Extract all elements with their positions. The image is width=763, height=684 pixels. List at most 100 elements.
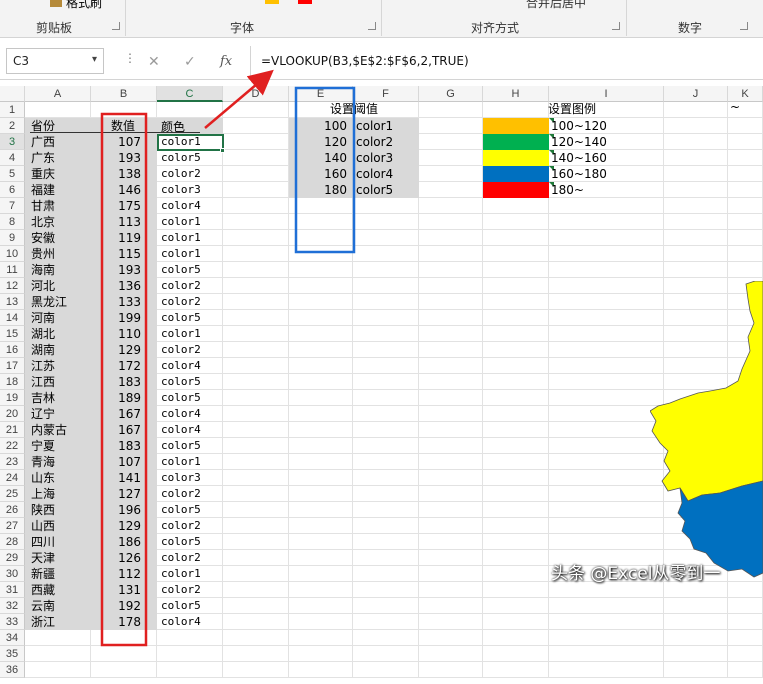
worksheet-grid[interactable]: ABCDEFGHIJK 1 2 3 4 5 6 7 8 9 10 11 12 13 14 15 16 17 18 1… <box>0 86 763 684</box>
column-header-f[interactable]: F <box>353 86 419 102</box>
row-header-8[interactable]: 8 <box>0 214 25 230</box>
row-header-28[interactable]: 28 <box>0 534 25 550</box>
brush-icon <box>50 0 62 7</box>
formula-input[interactable]: =VLOOKUP(B3,$E$2:$F$6,2,TRUE) <box>250 46 763 76</box>
row-header-15[interactable]: 15 <box>0 326 25 342</box>
legend-range: 140~160 <box>551 151 607 165</box>
row-header-3[interactable]: 3 <box>0 134 25 150</box>
cell-province: 山东 <box>31 471 56 485</box>
row-header-1[interactable]: 1 <box>0 102 25 118</box>
row-header-24[interactable]: 24 <box>0 470 25 486</box>
cell-color: color5 <box>161 503 201 516</box>
row-header-26[interactable]: 26 <box>0 502 25 518</box>
cell-province: 浙江 <box>31 615 56 629</box>
row-header-22[interactable]: 22 <box>0 438 25 454</box>
row-header-4[interactable]: 4 <box>0 150 25 166</box>
row-header-14[interactable]: 14 <box>0 310 25 326</box>
cell-color: color1 <box>161 327 201 340</box>
row-header-11[interactable]: 11 <box>0 262 25 278</box>
row-header-23[interactable]: 23 <box>0 454 25 470</box>
row-header-13[interactable]: 13 <box>0 294 25 310</box>
more-options-icon[interactable]: ⋮ <box>124 51 136 65</box>
cancel-icon[interactable]: ✕ <box>148 54 160 70</box>
number-launcher-icon[interactable] <box>740 22 748 30</box>
row-header-27[interactable]: 27 <box>0 518 25 534</box>
column-header-a[interactable]: A <box>25 86 91 102</box>
cell-color: color1 <box>161 247 201 260</box>
row-header-36[interactable]: 36 <box>0 662 25 678</box>
insert-function-icon[interactable]: fx <box>220 54 232 69</box>
cell-province: 湖北 <box>31 327 56 341</box>
fill-color-swatch[interactable] <box>265 0 279 4</box>
row-header-35[interactable]: 35 <box>0 646 25 662</box>
cell-value: 146 <box>118 183 141 197</box>
row-header-5[interactable]: 5 <box>0 166 25 182</box>
row-header-10[interactable]: 10 <box>0 246 25 262</box>
clipboard-launcher-icon[interactable] <box>112 22 120 30</box>
cell-value: 183 <box>118 439 141 453</box>
map-region-yellow <box>650 281 763 502</box>
row-header-16[interactable]: 16 <box>0 342 25 358</box>
column-header-b[interactable]: B <box>91 86 157 102</box>
chevron-down-icon[interactable]: ▾ <box>92 54 97 65</box>
alignment-launcher-icon[interactable] <box>612 22 620 30</box>
column-header-i[interactable]: I <box>549 86 664 102</box>
row-header-19[interactable]: 19 <box>0 390 25 406</box>
row-header-7[interactable]: 7 <box>0 198 25 214</box>
cell-value: 193 <box>118 263 141 277</box>
cell-color: color5 <box>161 375 201 388</box>
cell-province: 天津 <box>31 551 56 565</box>
threshold-value: 160 <box>324 167 347 181</box>
confirm-icon[interactable]: ✓ <box>184 54 196 70</box>
cell-province: 河北 <box>31 279 56 293</box>
row-header-29[interactable]: 29 <box>0 550 25 566</box>
ribbon-divider <box>626 0 627 36</box>
row-header-12[interactable]: 12 <box>0 278 25 294</box>
threshold-label: color2 <box>356 135 394 149</box>
name-box[interactable]: C3 ▾ <box>6 48 104 74</box>
gridline-row <box>25 645 763 646</box>
format-painter-button[interactable]: 格式刷 <box>50 0 102 11</box>
column-header-h[interactable]: H <box>483 86 549 102</box>
active-cell-c3[interactable] <box>157 134 224 151</box>
column-header-j[interactable]: J <box>664 86 728 102</box>
row-header-34[interactable]: 34 <box>0 630 25 646</box>
cell-value: 112 <box>118 567 141 581</box>
row-header-33[interactable]: 33 <box>0 614 25 630</box>
cell-value: 186 <box>118 535 141 549</box>
cell-province: 四川 <box>31 535 56 549</box>
cell-value: 199 <box>118 311 141 325</box>
row-header-20[interactable]: 20 <box>0 406 25 422</box>
row-header-6[interactable]: 6 <box>0 182 25 198</box>
row-header-25[interactable]: 25 <box>0 486 25 502</box>
row-header-9[interactable]: 9 <box>0 230 25 246</box>
cell-color: color2 <box>161 583 201 596</box>
cell-province: 河南 <box>31 311 56 325</box>
font-launcher-icon[interactable] <box>368 22 376 30</box>
row-header-18[interactable]: 18 <box>0 374 25 390</box>
cell-color: color2 <box>161 551 201 564</box>
merge-center-button[interactable]: 合并后居中 <box>526 0 586 11</box>
row-header-2[interactable]: 2 <box>0 118 25 134</box>
column-header-e[interactable]: E <box>289 86 353 102</box>
column-header-g[interactable]: G <box>419 86 483 102</box>
row-header-17[interactable]: 17 <box>0 358 25 374</box>
row-header-31[interactable]: 31 <box>0 582 25 598</box>
cell-value: 115 <box>118 247 141 261</box>
fill-handle[interactable] <box>220 148 225 153</box>
cell-value: 107 <box>118 135 141 149</box>
legend-range: 120~140 <box>551 135 607 149</box>
column-header-d[interactable]: D <box>223 86 289 102</box>
row-header-32[interactable]: 32 <box>0 598 25 614</box>
row-header-21[interactable]: 21 <box>0 422 25 438</box>
cell-value: 107 <box>118 455 141 469</box>
cell-value: 192 <box>118 599 141 613</box>
cell-province: 上海 <box>31 487 56 501</box>
cell-value: 178 <box>118 615 141 629</box>
font-color-swatch[interactable] <box>298 0 312 4</box>
cell-value: 113 <box>118 215 141 229</box>
row-header-30[interactable]: 30 <box>0 566 25 582</box>
select-all-corner[interactable] <box>0 86 25 102</box>
cell-value: 119 <box>118 231 141 245</box>
column-header-c[interactable]: C <box>157 86 223 102</box>
